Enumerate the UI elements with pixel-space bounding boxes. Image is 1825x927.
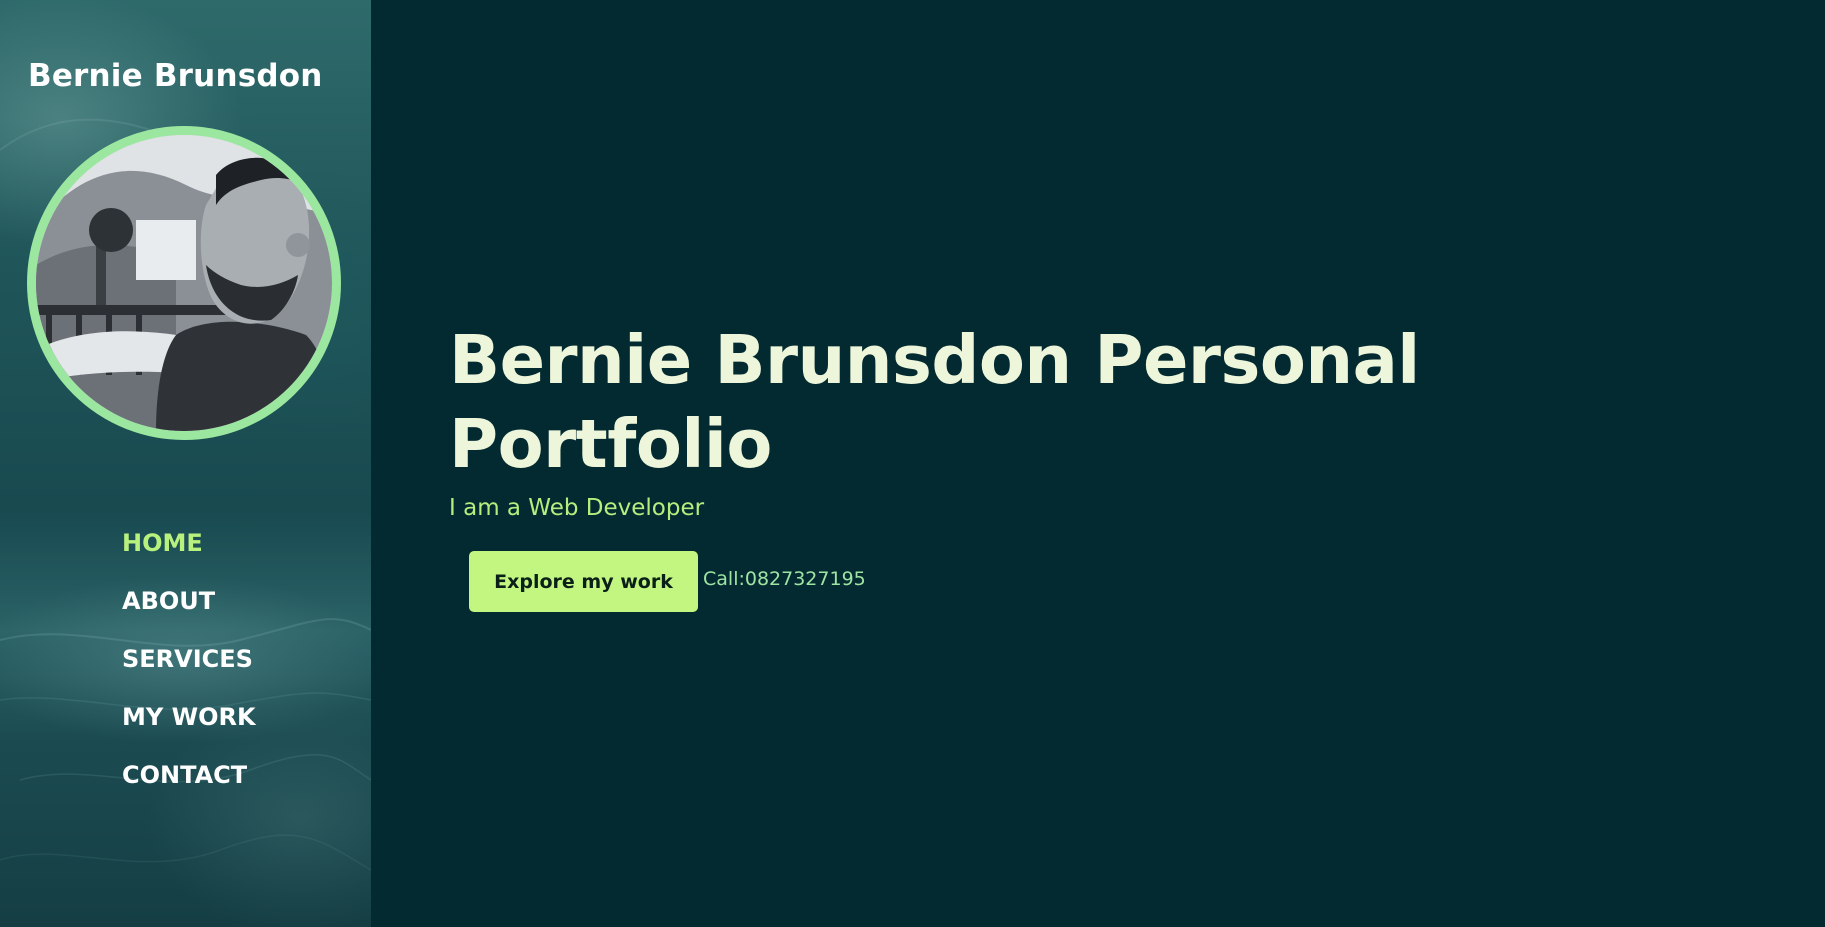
profile-photo-icon — [36, 135, 332, 431]
phone-number-link[interactable]: Call:0827327195 — [703, 568, 866, 590]
nav-item-home[interactable]: HOME — [122, 526, 256, 584]
nav-item-about[interactable]: ABOUT — [122, 584, 256, 642]
explore-my-work-button[interactable]: Explore my work — [469, 551, 698, 612]
hero-subtitle: I am a Web Developer — [449, 495, 705, 521]
page: Bernie Brunsdon HOME ABOUT SERVICES MY W… — [0, 0, 1825, 927]
site-title: Bernie Brunsdon — [28, 58, 323, 94]
sidebar: Bernie Brunsdon HOME ABOUT SERVICES MY W… — [0, 0, 371, 927]
hero-title: Bernie Brunsdon Personal Portfolio — [449, 321, 1420, 483]
nav-item-contact[interactable]: CONTACT — [122, 758, 256, 816]
avatar — [27, 126, 341, 440]
main-content: Bernie Brunsdon Personal Portfolio I am … — [371, 0, 1825, 927]
nav-item-my-work[interactable]: MY WORK — [122, 700, 256, 758]
nav-item-services[interactable]: SERVICES — [122, 642, 256, 700]
main-nav: HOME ABOUT SERVICES MY WORK CONTACT — [122, 526, 256, 816]
